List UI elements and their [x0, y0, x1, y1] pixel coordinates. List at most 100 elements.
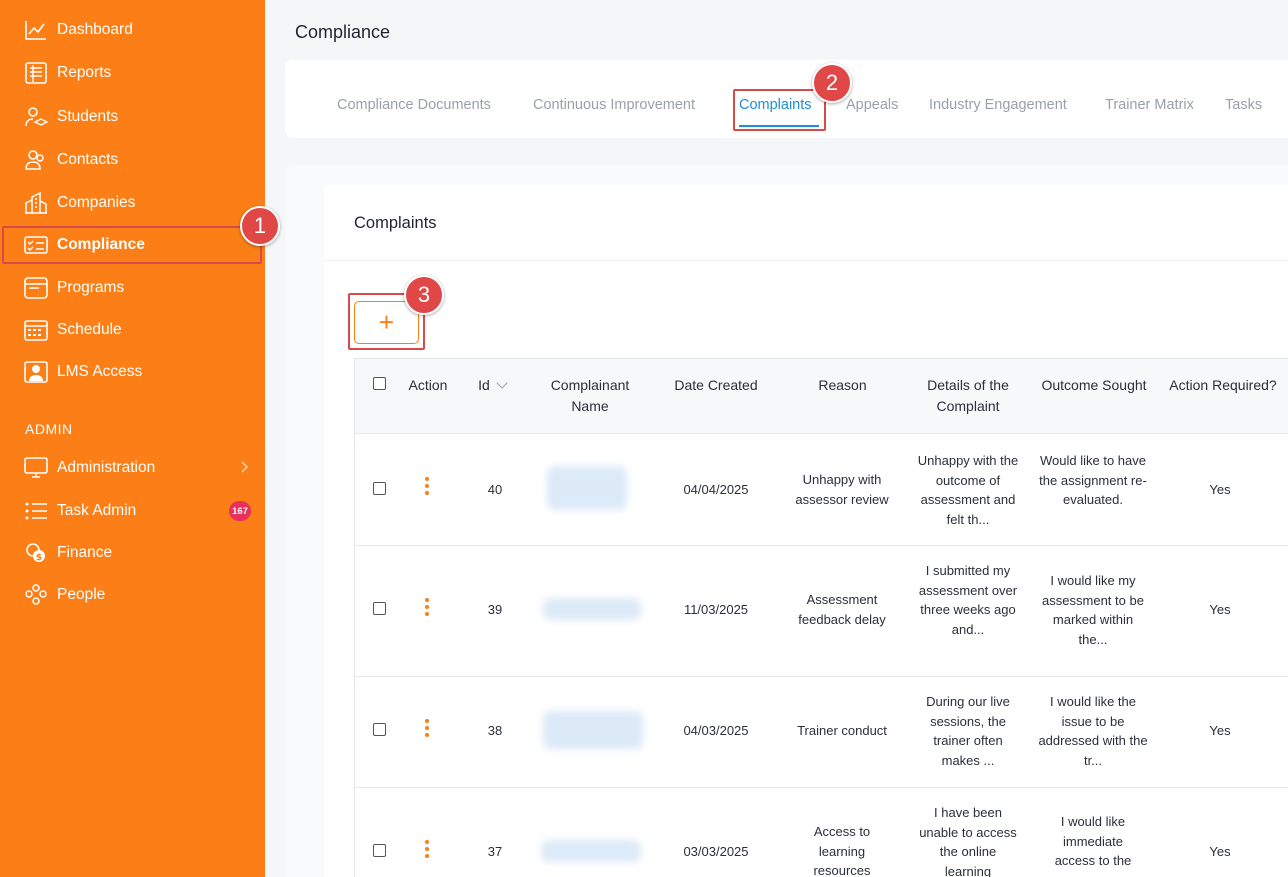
sidebar-item-contacts[interactable]: Contacts	[0, 142, 265, 178]
row-actions-kebab-icon[interactable]	[425, 477, 429, 498]
column-header-action: Action	[408, 377, 448, 393]
student-icon	[25, 107, 48, 127]
cell-action-required: Yes	[1209, 723, 1231, 738]
highlight-box-compliance	[2, 226, 262, 264]
table-row[interactable]: 38 04/03/2025 Trainer conduct During our…	[355, 676, 1288, 787]
row-checkbox[interactable]	[373, 844, 386, 857]
page-title: Compliance	[295, 22, 391, 42]
sidebar-item-label: Dashboard	[57, 21, 133, 38]
cell-reason: Unhappy with assessor review	[795, 472, 889, 507]
cell-outcome: I would like immediate access to the	[1054, 814, 1132, 868]
svg-text:$: $	[36, 553, 42, 563]
cell-outcome: I would like the issue to be addressed w…	[1038, 694, 1148, 768]
callout-step-2: 2	[812, 63, 852, 103]
sidebar-item-finance[interactable]: $ Finance	[0, 535, 265, 571]
task-count-badge: 167	[229, 501, 251, 521]
cell-id: 39	[487, 602, 503, 617]
cell-date: 11/03/2025	[683, 602, 749, 617]
sidebar-item-label: Programs	[57, 279, 125, 296]
column-header-action-required: Action Required?	[1169, 377, 1277, 393]
sidebar-item-programs[interactable]: Programs	[0, 270, 265, 306]
row-actions-kebab-icon[interactable]	[425, 598, 429, 619]
cell-date: 04/04/2025	[683, 482, 749, 497]
people-icon	[25, 584, 47, 605]
tab-compliance-documents[interactable]: Compliance Documents	[337, 97, 491, 113]
cell-reason: Access to learning resources	[813, 824, 871, 877]
divider	[324, 260, 1288, 261]
cell-details: I have been unable to access the online …	[919, 805, 1017, 877]
table-header: Action Id Complainant Name Date Created …	[355, 359, 1288, 433]
row-checkbox[interactable]	[373, 482, 386, 495]
report-icon	[25, 62, 47, 84]
sidebar-item-label: Schedule	[57, 321, 122, 338]
cell-outcome: Would like to have the assignment re-eva…	[1039, 453, 1147, 507]
sidebar-item-label: Companies	[57, 194, 136, 211]
cell-details: I submitted my assessment over three wee…	[918, 563, 1018, 637]
column-header-date: Date Created	[674, 377, 758, 393]
tab-trainer-matrix[interactable]: Trainer Matrix	[1105, 97, 1194, 113]
callout-step-1: 1	[240, 206, 280, 246]
sidebar-item-reports[interactable]: Reports	[0, 55, 265, 91]
tab-industry-engagement[interactable]: Industry Engagement	[929, 97, 1067, 113]
cell-action-required: Yes	[1209, 844, 1231, 859]
highlight-box-complaints-tab	[733, 89, 826, 131]
sidebar-item-label: LMS Access	[57, 363, 143, 380]
sidebar-item-administration[interactable]: Administration	[0, 450, 265, 486]
cell-reason: Assessment feedback delay	[798, 592, 886, 627]
cell-action-required: Yes	[1209, 482, 1231, 497]
column-header-name: Complainant Name	[550, 377, 630, 414]
tab-tasks[interactable]: Tasks	[1225, 97, 1262, 113]
sidebar-item-companies[interactable]: Companies	[0, 185, 265, 221]
sidebar-item-dashboard[interactable]: Dashboard	[0, 12, 265, 48]
browser-icon	[24, 277, 48, 299]
table-row[interactable]: 39 11/03/2025 Assessment feedback delay …	[355, 545, 1288, 676]
redacted-name	[541, 840, 641, 862]
cell-date: 03/03/2025	[683, 844, 749, 859]
monitor-icon	[24, 457, 48, 478]
column-header-outcome: Outcome Sought	[1041, 377, 1147, 393]
row-checkbox[interactable]	[373, 602, 386, 615]
select-all-checkbox[interactable]	[373, 377, 386, 390]
contacts-icon	[25, 150, 44, 170]
redacted-name	[547, 466, 627, 510]
table-row[interactable]: 37 03/03/2025 Access to learning resourc…	[355, 787, 1288, 877]
sidebar-item-people[interactable]: People	[0, 577, 265, 613]
cell-details: Unhappy with the outcome of assessment a…	[917, 453, 1019, 527]
column-header-details: Details of the Complaint	[927, 377, 1009, 414]
sidebar-item-label: People	[57, 586, 106, 603]
chevron-right-icon[interactable]	[239, 460, 249, 474]
cell-action-required: Yes	[1209, 602, 1231, 617]
complaints-table: Action Id Complainant Name Date Created …	[354, 358, 1288, 877]
user-screen-icon	[24, 361, 48, 383]
row-checkbox[interactable]	[373, 723, 386, 736]
tab-appeals[interactable]: Appeals	[846, 97, 898, 113]
sidebar-item-students[interactable]: Students	[0, 99, 265, 135]
cell-id: 37	[487, 844, 503, 859]
column-header-id[interactable]: Id	[467, 375, 517, 396]
row-actions-kebab-icon[interactable]	[425, 719, 429, 740]
column-header-id-label: Id	[478, 377, 490, 393]
coins-icon: $	[26, 543, 45, 563]
sidebar-item-label: Reports	[57, 64, 112, 81]
building-icon	[25, 192, 47, 214]
cell-date: 04/03/2025	[683, 723, 749, 738]
sidebar-item-label: Contacts	[57, 151, 119, 168]
sort-chevron-icon	[496, 377, 508, 389]
chart-line-icon	[25, 21, 46, 40]
sidebar-item-label: Administration	[57, 459, 156, 476]
sidebar-item-label: Finance	[57, 544, 113, 561]
redacted-name	[543, 711, 643, 749]
cell-id: 38	[487, 723, 503, 738]
tab-continuous-improvement[interactable]: Continuous Improvement	[533, 97, 695, 113]
cell-details: During our live sessions, the trainer of…	[926, 694, 1010, 768]
sidebar-item-task-admin[interactable]: Task Admin 167	[0, 493, 265, 529]
table-row[interactable]: 40 04/04/2025 Unhappy with assessor revi…	[355, 433, 1288, 545]
section-title: Complaints	[354, 214, 437, 232]
row-actions-kebab-icon[interactable]	[425, 840, 429, 861]
admin-section-heading: ADMIN	[25, 421, 73, 437]
column-header-reason: Reason	[818, 377, 867, 393]
cell-reason: Trainer conduct	[797, 723, 887, 738]
sidebar-item-schedule[interactable]: Schedule	[0, 312, 265, 348]
sidebar-item-label: Task Admin	[57, 502, 137, 519]
sidebar-item-lms-access[interactable]: LMS Access	[0, 354, 265, 390]
